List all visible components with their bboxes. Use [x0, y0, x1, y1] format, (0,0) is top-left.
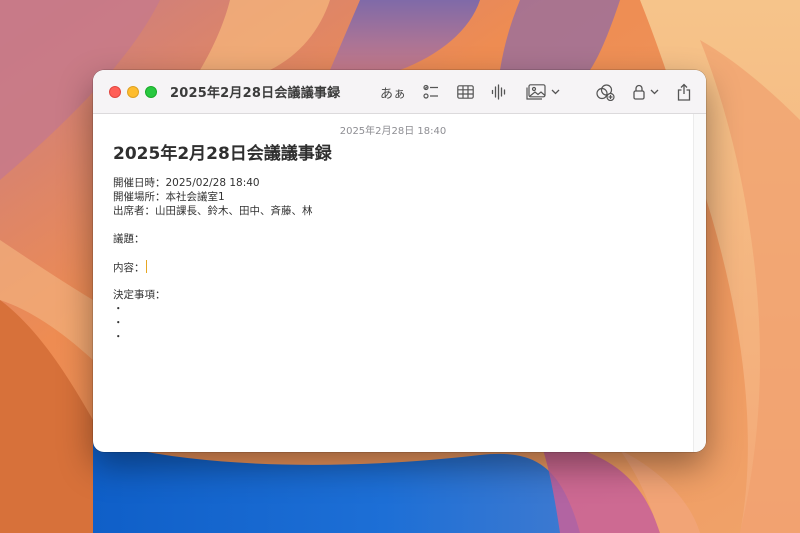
note-editor[interactable]: 2025年2月28日 18:40 2025年2月28日会議議事録 開催日時：20… [93, 114, 693, 452]
note-line-datetime[interactable]: 開催日時：2025/02/28 18:40 [113, 176, 260, 190]
checklist-icon [423, 84, 438, 99]
share-button[interactable] [676, 81, 692, 103]
media-button[interactable] [525, 81, 561, 103]
close-button[interactable] [109, 86, 121, 98]
note-line-decisions[interactable]: 決定事項： [113, 288, 166, 302]
media-icon [526, 84, 546, 100]
share-icon [677, 83, 691, 101]
notes-window: 2025年2月28日会議議事録 あぁ 2025年2月28日 18:40 2025… [93, 70, 706, 452]
note-line-attendees[interactable]: 出席者：山田課長、鈴木、田中、斉藤、林 [113, 204, 313, 218]
note-title[interactable]: 2025年2月28日会議議事録 [113, 139, 332, 164]
lock-icon [633, 84, 645, 100]
title-bar: 2025年2月28日会議議事録 あぁ [93, 70, 706, 114]
note-line-content-text: 内容： [113, 262, 145, 274]
text-cursor [145, 260, 147, 273]
audio-waveform-icon [491, 84, 506, 100]
lock-button[interactable] [631, 81, 661, 103]
audio-record-button[interactable] [490, 81, 508, 103]
note-line-location[interactable]: 開催場所：本社会議室1 [113, 190, 225, 204]
checklist-button[interactable] [422, 81, 440, 103]
note-line-content[interactable]: 内容： [113, 260, 147, 275]
collaborate-icon [595, 83, 615, 101]
note-bullet[interactable]: ・ [113, 330, 124, 344]
scrollbar[interactable] [693, 114, 706, 452]
table-button[interactable] [456, 81, 474, 103]
note-line-agenda[interactable]: 議題： [113, 232, 145, 246]
note-bullet[interactable]: ・ [113, 302, 124, 316]
note-bullet[interactable]: ・ [113, 316, 124, 330]
maximize-button[interactable] [145, 86, 157, 98]
chevron-down-icon [650, 89, 659, 95]
chevron-down-icon [551, 89, 560, 95]
table-icon [456, 85, 474, 99]
note-timestamp: 2025年2月28日 18:40 [339, 126, 447, 137]
collaborate-button[interactable] [595, 81, 615, 103]
minimize-button[interactable] [127, 86, 139, 98]
window-title: 2025年2月28日会議議事録 [170, 86, 341, 101]
font-format-button[interactable]: あぁ [380, 81, 406, 103]
